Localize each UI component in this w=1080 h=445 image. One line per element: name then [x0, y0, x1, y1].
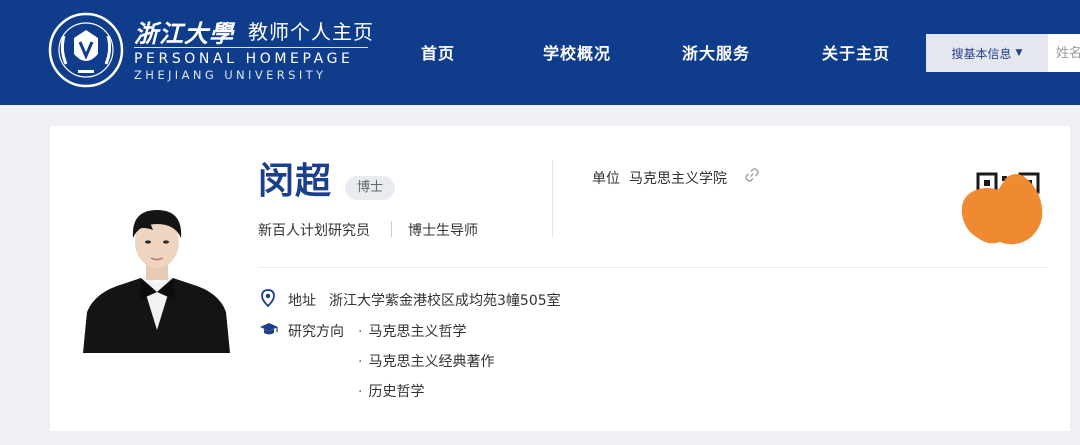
university-name-en: ZHEJIANG UNIVERSITY — [134, 68, 327, 82]
graduation-cap-icon — [260, 323, 278, 335]
research-area-text: 马克思主义哲学 — [368, 324, 467, 340]
search-input[interactable] — [1048, 34, 1080, 72]
nav-about[interactable]: 关于主页 — [822, 40, 890, 64]
vertical-divider — [552, 160, 553, 238]
site-name-en: PERSONAL HOMEPAGE — [134, 51, 354, 67]
unit-label: 单位 — [592, 171, 620, 187]
research-area-text: 马克思主义经典著作 — [368, 354, 495, 370]
research-area-text: 历史哲学 — [368, 384, 425, 400]
research-label: 研究方向 — [288, 324, 344, 340]
obscured-mark — [961, 174, 1043, 245]
bullet: · — [358, 354, 363, 370]
search-scope-dropdown[interactable]: 搜基本信息 ▼ — [926, 34, 1048, 72]
profile-photo — [83, 200, 230, 353]
supervisor-title: 博士生导师 — [408, 223, 478, 239]
section-divider — [258, 267, 1048, 268]
location-pin-icon — [261, 289, 275, 307]
research-area-item: · 马克思主义经典著作 — [358, 351, 494, 371]
nav-school-overview[interactable]: 学校概况 — [543, 40, 611, 64]
unit-value[interactable]: 马克思主义学院 — [629, 168, 727, 188]
nav-zju-services[interactable]: 浙大服务 — [682, 40, 750, 64]
profile-name: 闵超 — [258, 161, 333, 202]
caret-down-icon: ▼ — [1015, 48, 1023, 58]
research-area-item: · 马克思主义哲学 — [358, 321, 466, 341]
nav-home[interactable]: 首页 — [421, 40, 455, 64]
address-label: 地址 — [288, 293, 316, 309]
research-area-item: · 历史哲学 — [358, 381, 424, 401]
bullet: · — [358, 384, 363, 400]
link-icon[interactable] — [744, 167, 760, 183]
top-nav-bar: 浙江大學 教师个人主页 PERSONAL HOMEPAGE ZHEJIANG U… — [0, 0, 1080, 105]
address-value: 浙江大学紫金港校区成均苑3幢505室 — [329, 293, 561, 309]
degree-badge: 博士 — [345, 176, 396, 200]
position-title: 新百人计划研究员 — [258, 223, 370, 239]
title-separator — [391, 221, 392, 237]
site-name-cn: 教师个人主页 — [248, 20, 374, 44]
search-scope-label: 搜基本信息 — [951, 46, 1012, 61]
university-name-cn: 浙江大學 — [134, 19, 234, 48]
logo-divider — [134, 47, 368, 48]
university-seal-icon[interactable] — [48, 12, 124, 88]
bullet: · — [358, 324, 363, 340]
